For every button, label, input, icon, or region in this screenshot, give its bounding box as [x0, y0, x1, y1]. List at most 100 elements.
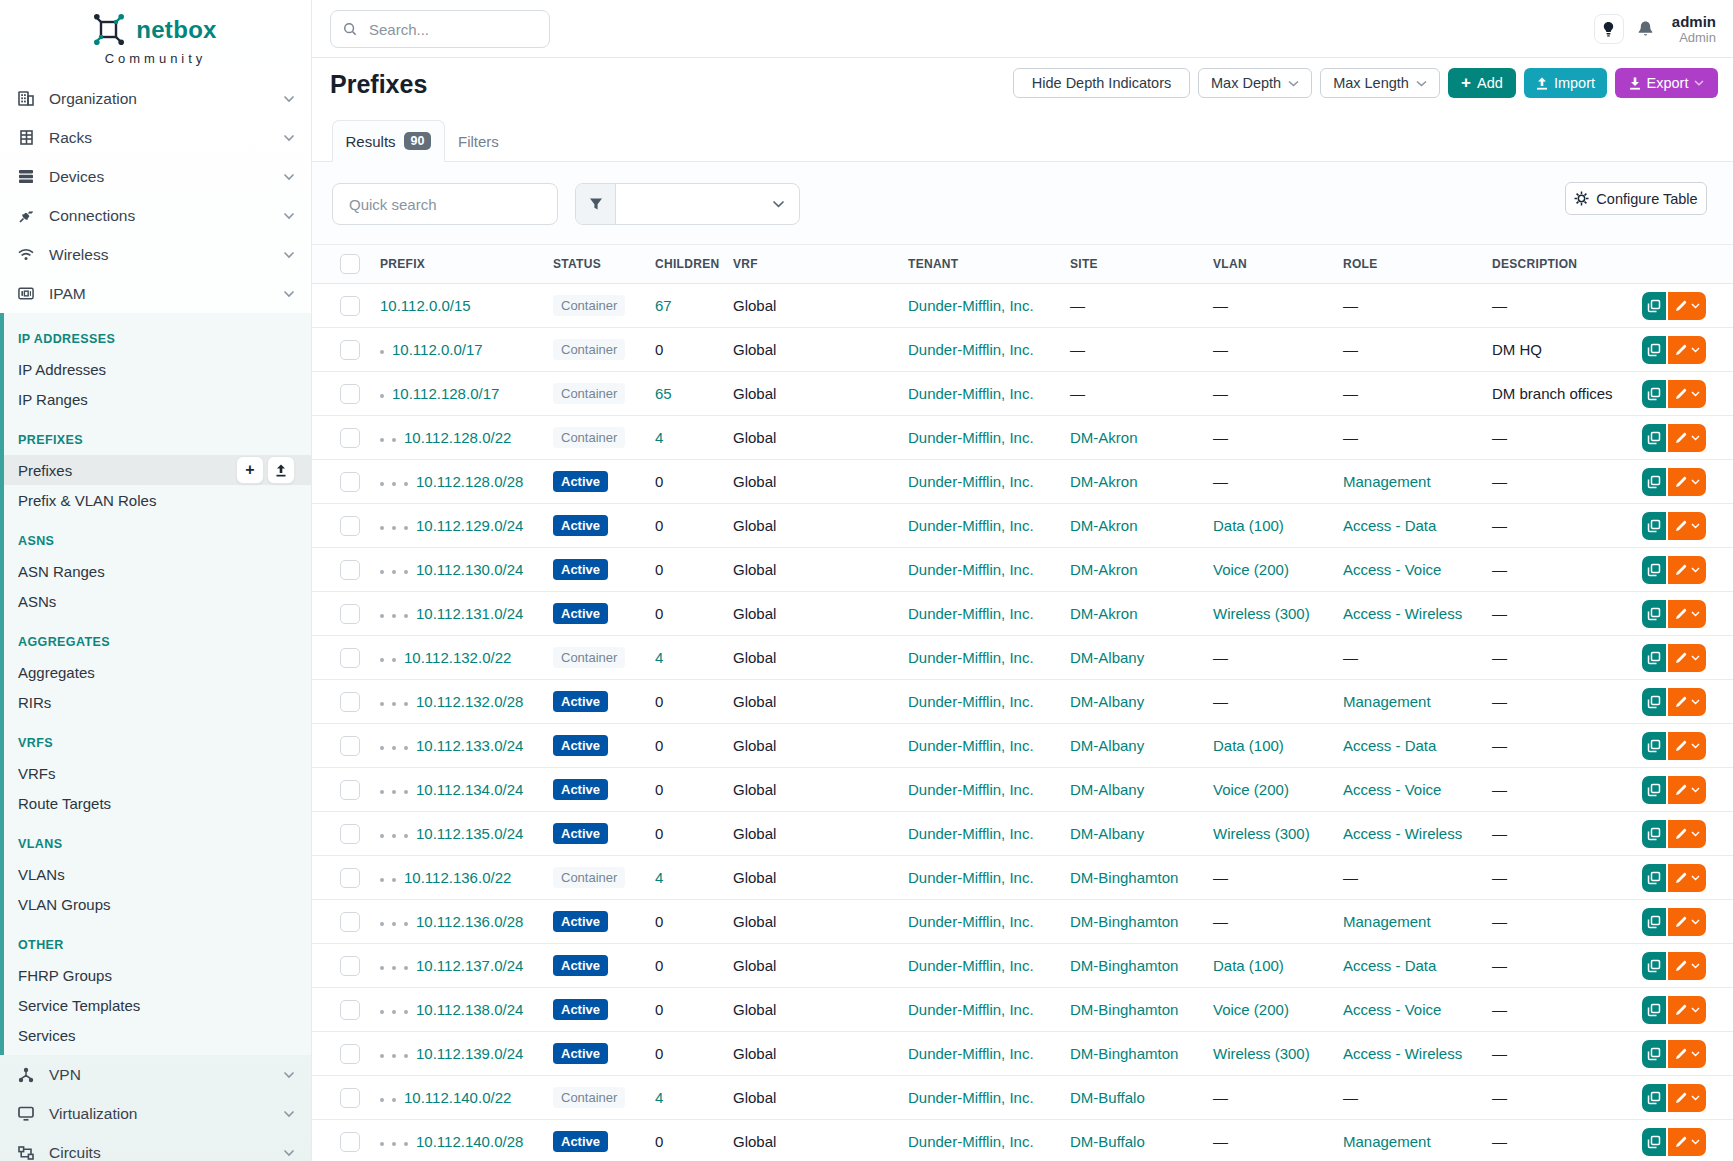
column-header-vlan[interactable]: VLAN [1213, 245, 1343, 284]
row-checkbox[interactable] [340, 692, 360, 712]
tenant-link[interactable]: Dunder-Mifflin, Inc. [908, 913, 1034, 930]
column-header-site[interactable]: SITE [1070, 245, 1213, 284]
row-checkbox[interactable] [340, 296, 360, 316]
global-search[interactable] [330, 10, 550, 48]
configure-table-button[interactable]: Configure Table [1565, 182, 1707, 215]
site-link[interactable]: DM-Binghamton [1070, 913, 1178, 930]
row-checkbox[interactable] [340, 604, 360, 624]
copy-button[interactable] [1642, 292, 1666, 320]
children-count-link[interactable]: 4 [655, 649, 663, 666]
site-link[interactable]: DM-Binghamton [1070, 869, 1178, 886]
edit-button[interactable] [1668, 556, 1706, 584]
row-checkbox[interactable] [340, 560, 360, 580]
site-link[interactable]: DM-Binghamton [1070, 957, 1178, 974]
role-link[interactable]: Access - Voice [1343, 561, 1441, 578]
sidebar-item-prefix-vlan-roles[interactable]: Prefix & VLAN Roles [4, 485, 311, 515]
column-header-tenant[interactable]: TENANT [908, 245, 1070, 284]
vlan-link[interactable]: Wireless (300) [1213, 605, 1310, 622]
vlan-link[interactable]: Voice (200) [1213, 561, 1289, 578]
quick-add-button[interactable]: + [236, 456, 264, 484]
prefix-link[interactable]: 10.112.135.0/24 [416, 825, 523, 842]
prefix-link[interactable]: 10.112.128.0/17 [392, 385, 499, 402]
copy-button[interactable] [1642, 688, 1666, 716]
edit-button[interactable] [1668, 908, 1706, 936]
role-link[interactable]: Access - Wireless [1343, 825, 1462, 842]
edit-button[interactable] [1668, 776, 1706, 804]
max-depth-dropdown[interactable]: Max Depth [1198, 68, 1312, 98]
prefix-link[interactable]: 10.112.138.0/24 [416, 1001, 523, 1018]
sidebar-item-service-templates[interactable]: Service Templates [4, 990, 311, 1020]
prefix-link[interactable]: 10.112.0.0/17 [392, 341, 483, 358]
tenant-link[interactable]: Dunder-Mifflin, Inc. [908, 429, 1034, 446]
site-link[interactable]: DM-Albany [1070, 649, 1144, 666]
sidebar-item-vlan-groups[interactable]: VLAN Groups [4, 889, 311, 919]
row-checkbox[interactable] [340, 648, 360, 668]
site-link[interactable]: DM-Albany [1070, 737, 1144, 754]
netbox-logo[interactable]: netbox [0, 0, 311, 47]
vlan-link[interactable]: Voice (200) [1213, 781, 1289, 798]
edit-button[interactable] [1668, 864, 1706, 892]
tenant-link[interactable]: Dunder-Mifflin, Inc. [908, 561, 1034, 578]
copy-button[interactable] [1642, 600, 1666, 628]
copy-button[interactable] [1642, 424, 1666, 452]
theme-toggle-button[interactable] [1594, 14, 1624, 44]
select-all-checkbox[interactable] [340, 254, 360, 274]
row-checkbox[interactable] [340, 956, 360, 976]
tenant-link[interactable]: Dunder-Mifflin, Inc. [908, 341, 1034, 358]
sidebar-item-rirs[interactable]: RIRs [4, 687, 311, 717]
children-count-link[interactable]: 67 [655, 297, 672, 314]
tenant-link[interactable]: Dunder-Mifflin, Inc. [908, 781, 1034, 798]
sidebar-item-ip-ranges[interactable]: IP Ranges [4, 384, 311, 414]
filter-button[interactable] [576, 184, 616, 224]
sidebar-item-services[interactable]: Services [4, 1020, 311, 1050]
prefix-link[interactable]: 10.112.136.0/28 [416, 913, 523, 930]
copy-button[interactable] [1642, 996, 1666, 1024]
tenant-link[interactable]: Dunder-Mifflin, Inc. [908, 1001, 1034, 1018]
export-dropdown[interactable]: Export [1615, 68, 1718, 98]
prefix-link[interactable]: 10.112.140.0/28 [416, 1133, 523, 1150]
prefix-link[interactable]: 10.112.140.0/22 [404, 1089, 511, 1106]
role-link[interactable]: Management [1343, 913, 1431, 930]
sidebar-item-vlans[interactable]: VLANs [4, 859, 311, 889]
edit-button[interactable] [1668, 424, 1706, 452]
row-checkbox[interactable] [340, 428, 360, 448]
site-link[interactable]: DM-Albany [1070, 781, 1144, 798]
copy-button[interactable] [1642, 864, 1666, 892]
edit-button[interactable] [1668, 380, 1706, 408]
edit-button[interactable] [1668, 996, 1706, 1024]
sidebar-item-ip-addresses[interactable]: IP Addresses [4, 354, 311, 384]
prefix-link[interactable]: 10.112.136.0/22 [404, 869, 511, 886]
row-checkbox[interactable] [340, 780, 360, 800]
column-header-status[interactable]: STATUS [553, 245, 655, 284]
hide-depth-indicators-button[interactable]: Hide Depth Indicators [1013, 68, 1190, 98]
saved-filter-select[interactable] [616, 184, 799, 224]
vlan-link[interactable]: Data (100) [1213, 517, 1284, 534]
tenant-link[interactable]: Dunder-Mifflin, Inc. [908, 825, 1034, 842]
sidebar-item-organization[interactable]: Organization [0, 79, 311, 118]
copy-button[interactable] [1642, 908, 1666, 936]
copy-button[interactable] [1642, 1128, 1666, 1156]
quick-import-button[interactable] [267, 456, 295, 484]
sidebar-item-circuits[interactable]: Circuits [0, 1133, 311, 1161]
edit-button[interactable] [1668, 1084, 1706, 1112]
tenant-link[interactable]: Dunder-Mifflin, Inc. [908, 605, 1034, 622]
site-link[interactable]: DM-Akron [1070, 473, 1138, 490]
quick-search-input[interactable] [347, 195, 543, 214]
prefix-link[interactable]: 10.112.134.0/24 [416, 781, 523, 798]
copy-button[interactable] [1642, 952, 1666, 980]
edit-button[interactable] [1668, 1128, 1706, 1156]
edit-button[interactable] [1668, 292, 1706, 320]
notifications-button[interactable] [1634, 20, 1658, 38]
row-checkbox[interactable] [340, 736, 360, 756]
site-link[interactable]: DM-Akron [1070, 561, 1138, 578]
tenant-link[interactable]: Dunder-Mifflin, Inc. [908, 869, 1034, 886]
sidebar-item-racks[interactable]: Racks [0, 118, 311, 157]
children-count-link[interactable]: 4 [655, 1089, 663, 1106]
row-checkbox[interactable] [340, 340, 360, 360]
edit-button[interactable] [1668, 468, 1706, 496]
prefix-link[interactable]: 10.112.129.0/24 [416, 517, 523, 534]
children-count-link[interactable]: 65 [655, 385, 672, 402]
edit-button[interactable] [1668, 1040, 1706, 1068]
tenant-link[interactable]: Dunder-Mifflin, Inc. [908, 473, 1034, 490]
role-link[interactable]: Access - Wireless [1343, 1045, 1462, 1062]
